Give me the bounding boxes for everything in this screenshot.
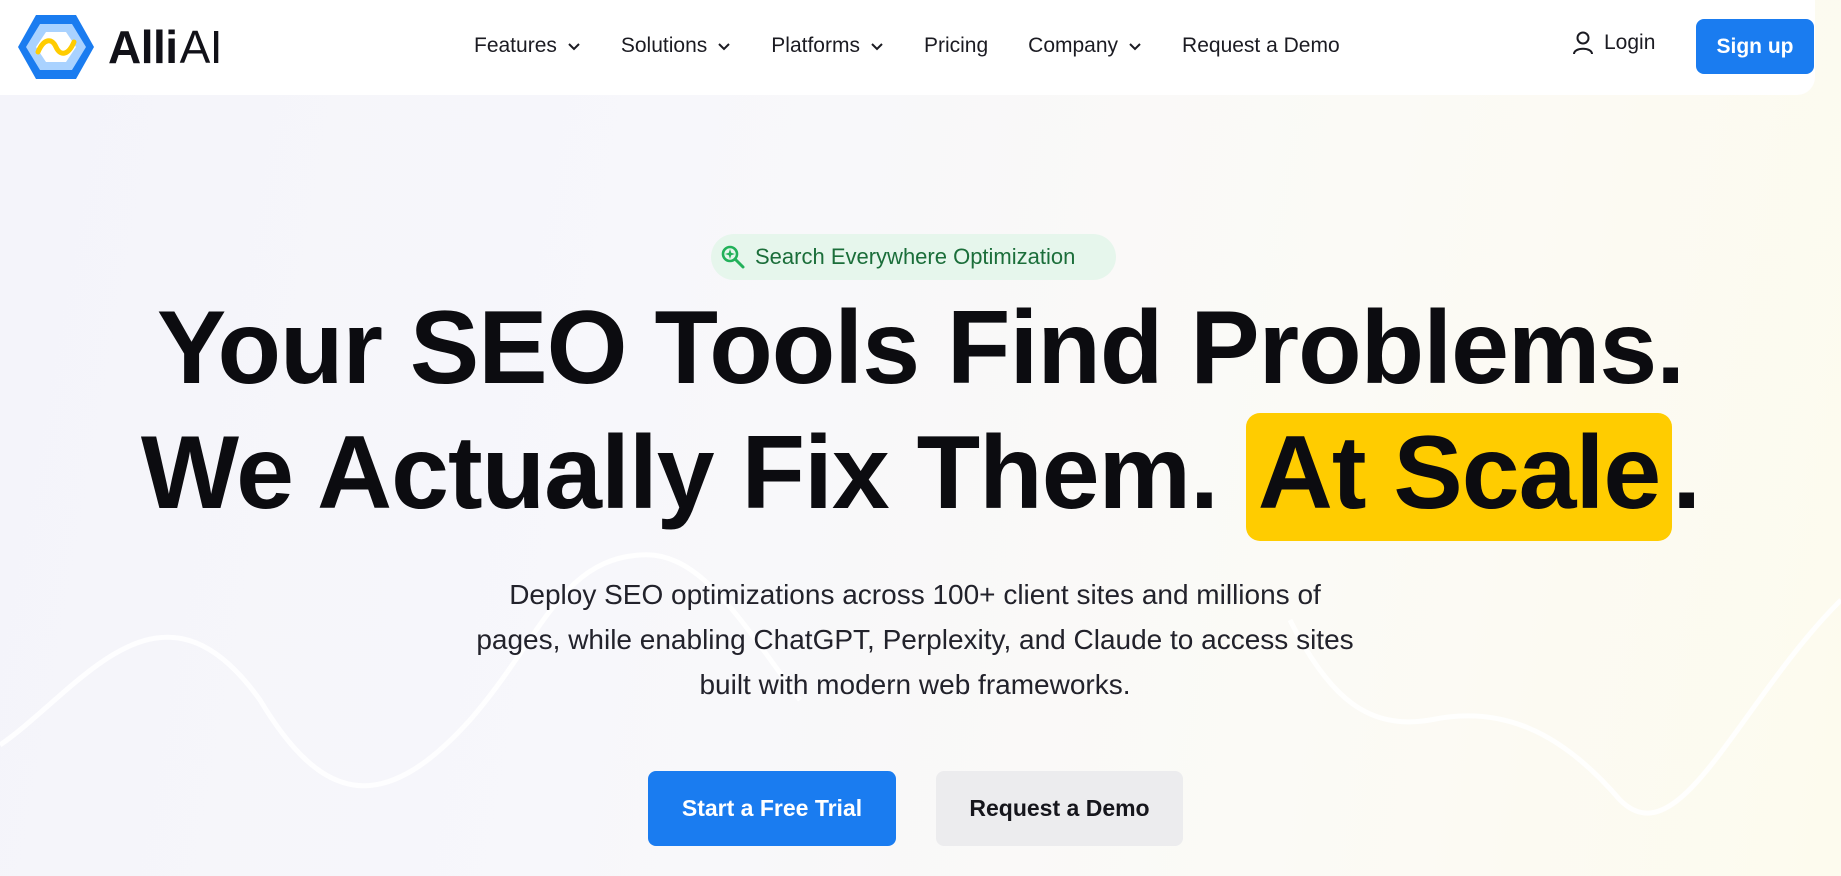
subtext-line: pages, while enabling ChatGPT, Perplexit… — [476, 624, 1354, 655]
hero-headline-line1: Your SEO Tools Find Problems. — [156, 290, 1685, 406]
top-navbar: Alli AI Features Solutions Platforms Pri… — [0, 0, 1815, 95]
headline-line2-suffix: . — [1672, 415, 1701, 531]
nav-item-solutions[interactable]: Solutions — [621, 34, 731, 58]
badge-label: Search Everywhere Optimization — [755, 244, 1076, 269]
headline-line2-prefix: We Actually Fix Them. — [140, 415, 1246, 531]
chevron-down-icon — [718, 43, 730, 51]
nav-item-features[interactable]: Features — [474, 34, 581, 58]
login-link[interactable]: Login — [1572, 30, 1655, 56]
chevron-down-icon — [1129, 43, 1141, 51]
nav-item-label: Request a Demo — [1182, 34, 1340, 57]
nav-item-label: Pricing — [923, 34, 989, 57]
nav-item-pricing[interactable]: Pricing — [924, 34, 988, 58]
brand-name-part2: AI — [179, 21, 223, 73]
nav-item-company[interactable]: Company — [1028, 34, 1142, 58]
subtext-line: Deploy SEO optimizations across 100+ cli… — [509, 579, 1321, 610]
nav-item-request-demo[interactable]: Request a Demo — [1182, 34, 1340, 58]
hero-subtext: Deploy SEO optimizations across 100+ cli… — [400, 572, 1430, 707]
signup-button[interactable]: Sign up — [1696, 19, 1814, 74]
nav-item-label: Platforms — [771, 34, 860, 57]
magnifier-sparkle-icon — [721, 245, 745, 269]
brand-logo[interactable]: Alli AI — [16, 12, 223, 82]
headline-highlight: At Scale — [1245, 413, 1673, 541]
nav-item-label: Features — [474, 34, 557, 57]
hero-headline-line2: We Actually Fix Them. At Scale. — [0, 413, 1841, 541]
chevron-down-icon — [568, 43, 580, 51]
user-icon — [1573, 31, 1593, 55]
nav-item-platforms[interactable]: Platforms — [771, 34, 884, 58]
start-free-trial-button[interactable]: Start a Free Trial — [648, 771, 896, 846]
brand-wordmark: Alli AI — [108, 20, 223, 74]
subtext-line: built with modern web frameworks. — [699, 669, 1131, 700]
chevron-down-icon — [871, 43, 883, 51]
seo-badge: Search Everywhere Optimization — [711, 234, 1116, 280]
request-demo-button[interactable]: Request a Demo — [936, 771, 1183, 846]
login-label: Login — [1604, 31, 1656, 54]
allia-logo-icon — [18, 15, 94, 79]
brand-name-part1: Alli — [108, 21, 178, 73]
nav-item-label: Company — [1028, 34, 1119, 57]
main-menu: Features Solutions Platforms Pricing Com… — [474, 28, 1380, 64]
nav-item-label: Solutions — [620, 34, 708, 57]
